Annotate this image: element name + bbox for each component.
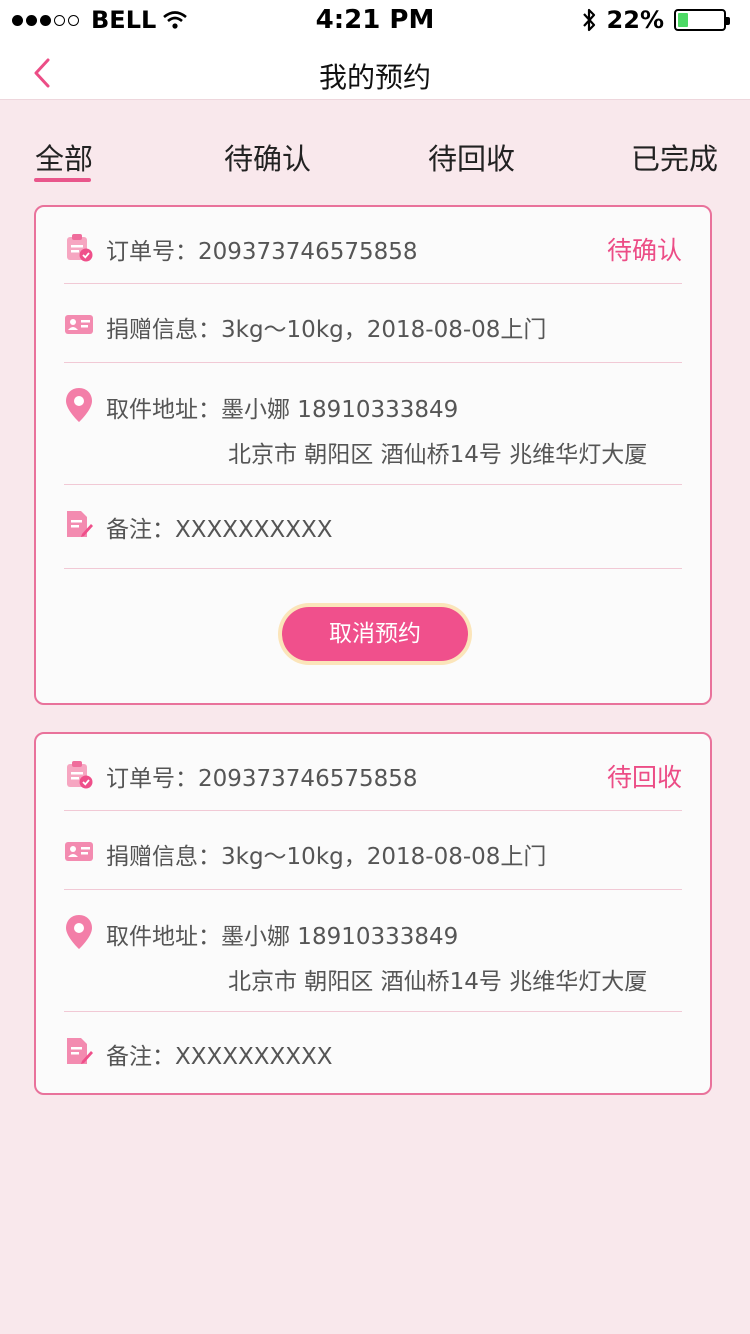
id-card-icon: [65, 842, 93, 861]
address-row: 取件地址：墨小娜 18910333849 北京市 朝阳区 酒仙桥14号 兆维华灯…: [64, 914, 682, 995]
divider: [64, 568, 682, 569]
nav-bar: 我的预约: [0, 44, 750, 100]
tab-completed[interactable]: 已完成: [631, 136, 718, 178]
pickup-address: 北京市 朝阳区 酒仙桥14号 兆维华灯大厦: [228, 969, 648, 995]
divider: [64, 1011, 682, 1012]
contact-info: 墨小娜 18910333849: [221, 924, 459, 950]
tab-pending-confirm[interactable]: 待确认: [224, 136, 311, 178]
divider: [64, 889, 682, 890]
note-edit-icon: [67, 511, 93, 537]
order-card: 订单号：209373746575858 待回收 捐赠信息：3kg～10kg，20…: [34, 732, 712, 1095]
remark-label: 备注：: [106, 1044, 175, 1070]
status-badge: 待确认: [606, 236, 682, 265]
status-bar: BELL 4:21 PM 22%: [0, 0, 750, 44]
order-label: 订单号：: [106, 239, 198, 265]
remark-value: XXXXXXXXXX: [175, 517, 333, 543]
clipboard-check-icon: [67, 234, 93, 262]
donation-info: 3kg～10kg，2018-08-08上门: [221, 844, 547, 870]
order-label: 订单号：: [106, 766, 198, 792]
remark-row: 备注：XXXXXXXXXX: [64, 507, 682, 547]
battery-icon: [674, 9, 730, 31]
divider: [64, 362, 682, 363]
battery-percent: 22%: [606, 6, 664, 34]
donation-label: 捐赠信息：: [106, 844, 221, 870]
contact-info: 墨小娜 18910333849: [221, 397, 459, 423]
cancel-reservation-button[interactable]: 取消预约: [282, 607, 468, 661]
order-number-row: 订单号：209373746575858 待回收: [64, 756, 682, 796]
donation-row: 捐赠信息：3kg～10kg，2018-08-08上门: [64, 834, 682, 874]
clipboard-check-icon: [67, 761, 93, 789]
bluetooth-icon: [582, 8, 595, 32]
status-right: 22%: [581, 6, 730, 34]
order-card: 订单号：209373746575858 待确认 捐赠信息：3kg～10kg，20…: [34, 205, 712, 705]
remark-row: 备注：XXXXXXXXXX: [64, 1034, 682, 1074]
cancel-button-ring: 取消预约: [278, 603, 472, 665]
tab-bar: 全部 待确认 待回收 已完成: [0, 100, 750, 190]
donation-row: 捐赠信息：3kg～10kg，2018-08-08上门: [64, 307, 682, 347]
tab-pending-pickup[interactable]: 待回收: [428, 136, 515, 178]
address-label: 取件地址：: [106, 397, 221, 423]
note-edit-icon: [67, 1038, 93, 1064]
order-number: 209373746575858: [198, 766, 418, 792]
donation-info: 3kg～10kg，2018-08-08上门: [221, 317, 547, 343]
location-pin-icon: [66, 388, 92, 422]
active-tab-indicator: [34, 178, 91, 182]
order-number: 209373746575858: [198, 239, 418, 265]
location-pin-icon: [66, 915, 92, 949]
divider: [64, 484, 682, 485]
address-row: 取件地址：墨小娜 18910333849 北京市 朝阳区 酒仙桥14号 兆维华灯…: [64, 387, 682, 468]
pickup-address: 北京市 朝阳区 酒仙桥14号 兆维华灯大厦: [228, 442, 648, 468]
remark-label: 备注：: [106, 517, 175, 543]
address-label: 取件地址：: [106, 924, 221, 950]
status-badge: 待回收: [606, 763, 682, 792]
donation-label: 捐赠信息：: [106, 317, 221, 343]
page-title: 我的预约: [318, 61, 431, 94]
divider: [64, 810, 682, 811]
divider: [64, 283, 682, 284]
order-number-row: 订单号：209373746575858 待确认: [64, 229, 682, 269]
id-card-icon: [65, 315, 93, 334]
tab-all[interactable]: 全部: [35, 136, 93, 178]
remark-value: XXXXXXXXXX: [175, 1044, 333, 1070]
